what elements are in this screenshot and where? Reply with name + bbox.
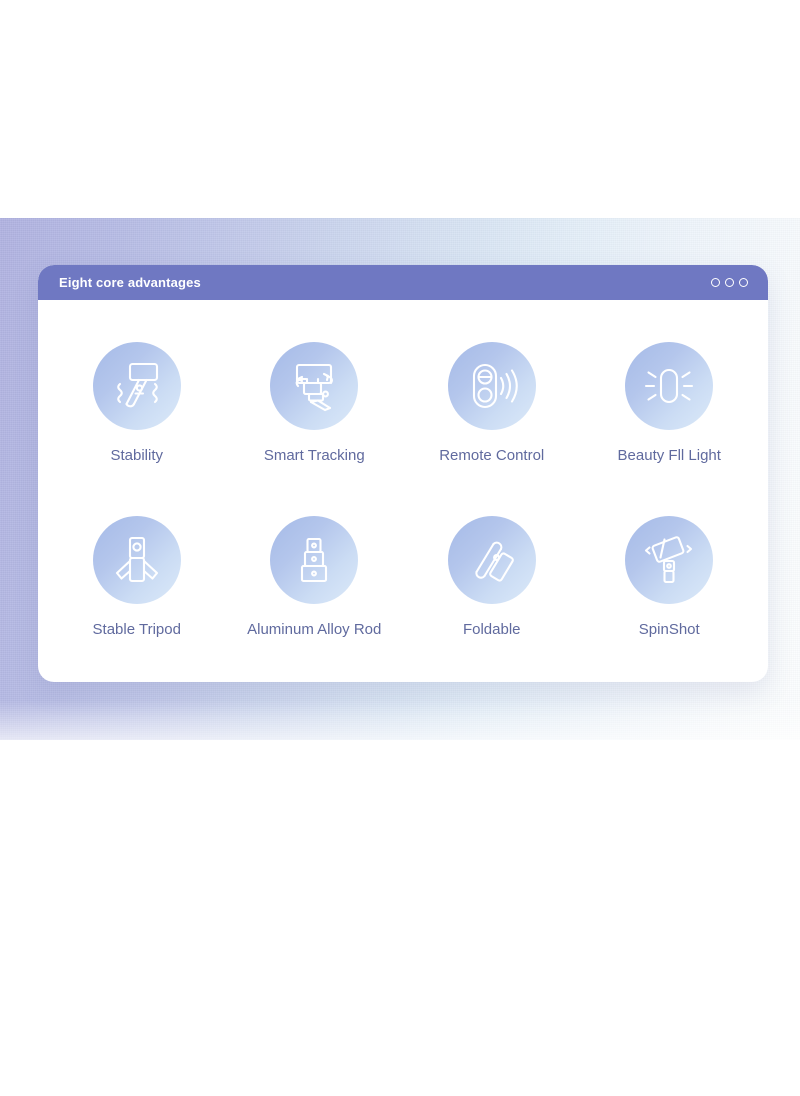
feature-icon-circle [92, 516, 181, 604]
feature-item-beauty-fill-light[interactable]: Beauty Fll Light [581, 316, 759, 490]
feature-label: Remote Control [439, 447, 545, 464]
feature-item-foldable[interactable]: Foldable [403, 490, 581, 664]
window-controls [711, 278, 748, 287]
foldable-arm-icon [475, 541, 514, 582]
feature-label: Smart Tracking [263, 447, 365, 464]
feature-item-remote-control[interactable]: Remote Control [403, 316, 581, 490]
fill-light-icon [645, 368, 694, 404]
telescoping-rod-icon [301, 537, 328, 583]
window-dot-2-icon[interactable] [725, 278, 734, 287]
feature-icon-circle [625, 342, 714, 430]
remote-signal-icon [472, 363, 518, 409]
feature-label: SpinShot [638, 621, 700, 638]
feature-label: Foldable [462, 621, 521, 638]
gimbal-tracking-icon [295, 363, 334, 412]
eight-core-advantages-card: Eight core advantages Stability Smart Tr… [38, 265, 768, 682]
feature-item-stable-tripod[interactable]: Stable Tripod [48, 490, 226, 664]
feature-item-spin-shot[interactable]: SpinShot [581, 490, 759, 664]
feature-grid: Stability Smart Tracking Remote Control … [38, 300, 768, 682]
feature-icon-circle [92, 342, 181, 430]
feature-item-aluminum-alloy-rod[interactable]: Aluminum Alloy Rod [226, 490, 404, 664]
feature-icon-circle [447, 516, 536, 604]
feature-icon-circle [625, 516, 714, 604]
feature-icon-circle [270, 342, 359, 430]
spin-shot-icon [645, 536, 693, 584]
selfie-stick-vibration-icon [116, 362, 158, 408]
feature-label: Stability [110, 447, 164, 464]
card-titlebar: Eight core advantages [38, 265, 768, 300]
background-fade [0, 700, 800, 760]
feature-label: Aluminum Alloy Rod [247, 621, 382, 638]
window-dot-1-icon[interactable] [711, 278, 720, 287]
feature-label: Stable Tripod [92, 621, 181, 638]
feature-icon-circle [270, 516, 359, 604]
feature-item-smart-tracking[interactable]: Smart Tracking [226, 316, 404, 490]
feature-label: Beauty Fll Light [617, 447, 721, 464]
page-title: Eight core advantages [59, 275, 201, 290]
feature-icon-circle [447, 342, 536, 430]
window-dot-3-icon[interactable] [739, 278, 748, 287]
tripod-icon [115, 536, 158, 583]
feature-item-stability[interactable]: Stability [48, 316, 226, 490]
